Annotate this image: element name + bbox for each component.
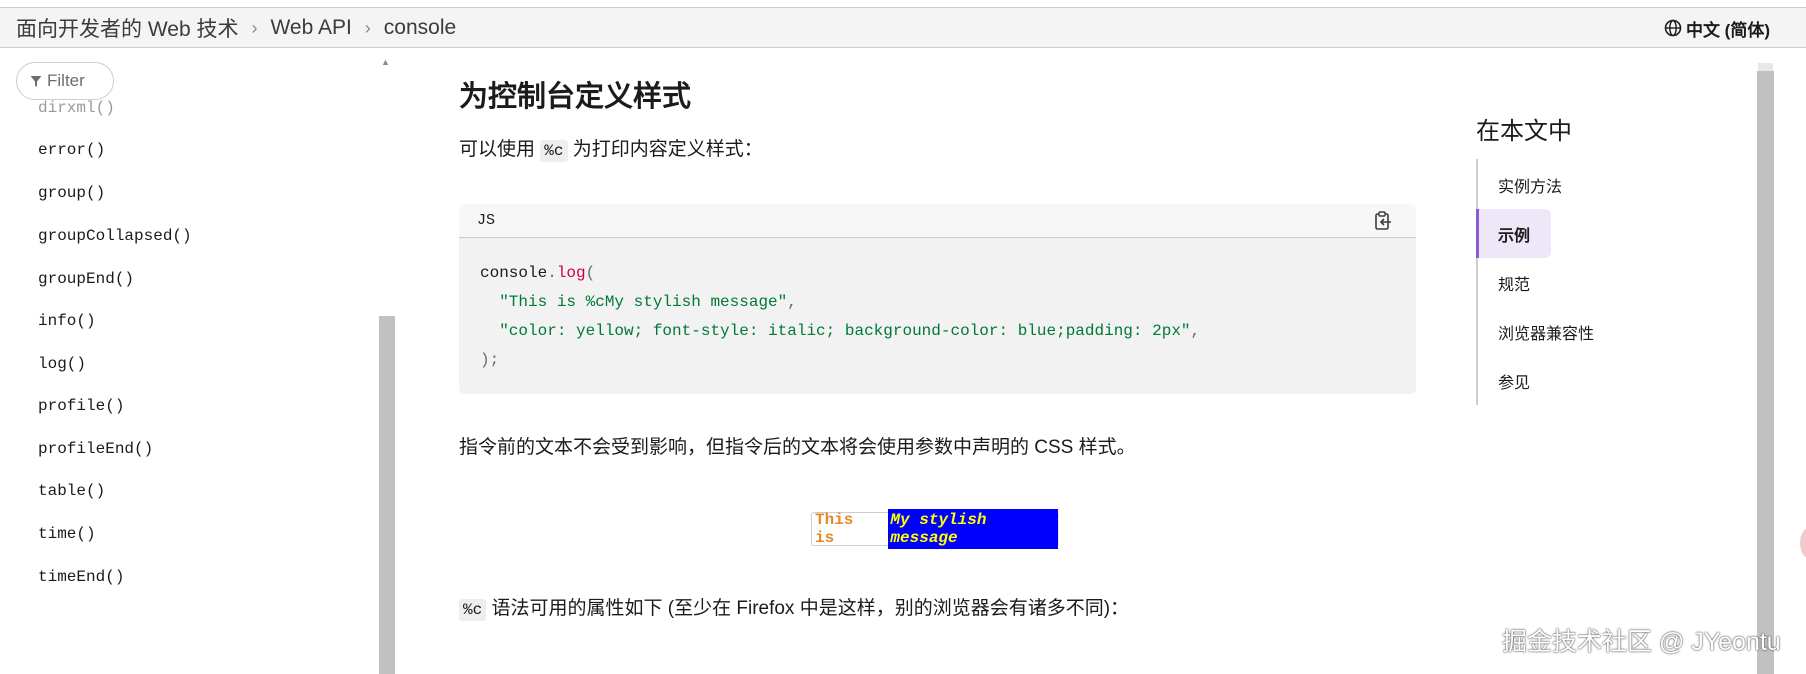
intro-text-after: 为打印内容定义样式： bbox=[572, 139, 763, 160]
sidebar-scroll-up-arrow[interactable]: ▲ bbox=[381, 57, 390, 67]
code-header: JS bbox=[459, 204, 1416, 238]
description-paragraph: 指令前的文本不会受到影响，但指令后的文本将会使用参数中声明的 CSS 样式。 bbox=[459, 437, 1136, 458]
copy-icon[interactable] bbox=[1372, 210, 1394, 232]
sidebar-item-time[interactable]: time() bbox=[38, 525, 96, 543]
sidebar-item-error[interactable]: error() bbox=[38, 141, 105, 159]
intro-text-before: 可以使用 bbox=[459, 139, 536, 160]
code-line-3: "color: yellow; font-style: italic; back… bbox=[480, 322, 1200, 340]
toc-active-indicator bbox=[1476, 209, 1479, 258]
properties-text: 语法可用的属性如下 (至少在 Firefox 中是这样，别的浏览器会有诸多不同)… bbox=[491, 598, 1130, 619]
window-top-edge bbox=[0, 0, 1806, 8]
code-token-string: "color: yellow; font-style: italic; back… bbox=[499, 322, 1191, 340]
properties-paragraph: %c 语法可用的属性如下 (至少在 Firefox 中是这样，别的浏览器会有诸多… bbox=[459, 593, 1130, 621]
sidebar-item-timeend[interactable]: timeEnd() bbox=[38, 568, 124, 586]
breadcrumb-bar: 面向开发者的 Web 技术 › Web API › console 中文 (简体… bbox=[0, 8, 1806, 48]
toc-item-specifications[interactable]: 规范 bbox=[1498, 271, 1530, 295]
code-line-4: ); bbox=[480, 351, 500, 369]
sidebar-item-groupend[interactable]: groupEnd() bbox=[38, 270, 134, 288]
inline-code-percent-c: %c bbox=[459, 599, 487, 621]
breadcrumb-separator: › bbox=[251, 17, 258, 38]
language-label: 中文 (简体) bbox=[1685, 20, 1770, 40]
sidebar-method-list: dirxml() error() group() groupCollapsed(… bbox=[0, 99, 370, 674]
toc-item-see-also[interactable]: 参见 bbox=[1498, 369, 1530, 393]
code-token-paren: ( bbox=[585, 264, 596, 282]
watermark-text: 掘金技术社区 @ JYeontu bbox=[1502, 628, 1781, 656]
code-token-string: "This is %cMy stylish message" bbox=[499, 293, 788, 311]
code-token-comma: , bbox=[1190, 322, 1201, 340]
code-token-object: console bbox=[480, 264, 548, 282]
sidebar-item-groupcollapsed[interactable]: groupCollapsed() bbox=[38, 227, 192, 245]
language-switcher[interactable]: 中文 (简体) bbox=[1664, 8, 1770, 48]
code-token-function: log bbox=[556, 264, 586, 282]
breadcrumb-link-web-api[interactable]: Web API bbox=[270, 16, 351, 40]
toc-item-examples[interactable]: 示例 bbox=[1498, 222, 1530, 246]
sidebar-item-log[interactable]: log() bbox=[38, 355, 86, 373]
toc-item-browser-compat[interactable]: 浏览器兼容性 bbox=[1498, 320, 1594, 344]
breadcrumb-separator: › bbox=[364, 17, 371, 38]
code-line-1: console.log( bbox=[480, 264, 595, 282]
sidebar-item-group[interactable]: group() bbox=[38, 184, 105, 202]
filter-icon bbox=[30, 75, 42, 87]
code-content: console.log( "This is %cMy stylish messa… bbox=[480, 259, 1200, 375]
sidebar: Filter ▲ dirxml() error() group() groupC… bbox=[0, 49, 400, 674]
code-example-block: JS console.log( "This is %cMy stylish me… bbox=[459, 204, 1416, 394]
code-language-label: JS bbox=[477, 212, 496, 229]
section-heading: 为控制台定义样式 bbox=[459, 81, 692, 113]
sidebar-item-dirxml[interactable]: dirxml() bbox=[38, 99, 115, 117]
sidebar-filter-input[interactable]: Filter bbox=[16, 62, 114, 100]
inline-code-percent-c: %c bbox=[540, 140, 568, 162]
breadcrumb-link-web-tech[interactable]: 面向开发者的 Web 技术 bbox=[16, 13, 238, 43]
sidebar-item-table[interactable]: table() bbox=[38, 482, 105, 500]
filter-placeholder: Filter bbox=[47, 71, 85, 90]
toc-rail bbox=[1476, 159, 1478, 405]
toc-title: 在本文中 bbox=[1476, 118, 1572, 145]
page-scrollbar-thumb[interactable] bbox=[1757, 71, 1774, 674]
code-line-2: "This is %cMy stylish message", bbox=[480, 293, 797, 311]
code-token-dot: . bbox=[547, 264, 557, 282]
demo-plain-text: This is bbox=[815, 511, 854, 547]
floating-helper-button[interactable] bbox=[1800, 528, 1806, 558]
toc-item-instance-methods[interactable]: 实例方法 bbox=[1498, 173, 1562, 197]
sidebar-scrollbar-thumb[interactable] bbox=[379, 316, 395, 674]
sidebar-item-info[interactable]: info() bbox=[38, 312, 96, 330]
console-output-example-image: This is My stylish message bbox=[811, 508, 1059, 550]
sidebar-item-profileend[interactable]: profileEnd() bbox=[38, 440, 153, 458]
code-token-comma: , bbox=[787, 293, 797, 311]
breadcrumb-current-console[interactable]: console bbox=[384, 16, 456, 40]
globe-icon bbox=[1664, 19, 1682, 37]
sidebar-item-profile[interactable]: profile() bbox=[38, 397, 124, 415]
intro-paragraph: 可以使用 %c 为打印内容定义样式： bbox=[459, 134, 763, 162]
demo-styled-text: My stylish message bbox=[887, 508, 1059, 550]
breadcrumb: 面向开发者的 Web 技术 › Web API › console bbox=[16, 8, 456, 48]
